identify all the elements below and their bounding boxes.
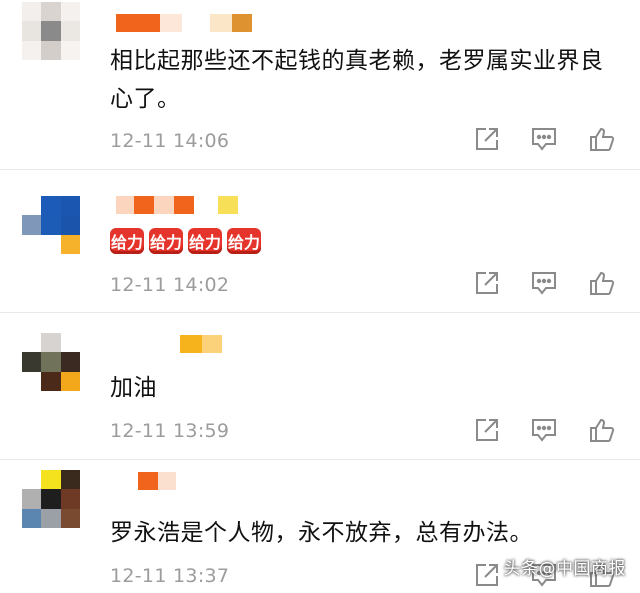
share-icon[interactable] [474, 126, 500, 152]
emoji-row: 给力 给力 给力 给力 [110, 228, 261, 254]
comment-icon[interactable] [530, 417, 558, 443]
username-blurred[interactable] [116, 14, 252, 36]
comment-time: 12-11 13:37 [110, 565, 230, 587]
comment-item: 相比起那些还不起钱的真老赖，老罗属实业界良心了。 12-11 14:06 [0, 0, 640, 170]
like-icon[interactable] [588, 417, 616, 443]
watermark: 头条@中国商报 [503, 559, 626, 579]
emoji-geili: 给力 [149, 228, 183, 254]
share-icon[interactable] [474, 270, 500, 296]
share-icon[interactable] [474, 417, 500, 443]
avatar[interactable] [22, 333, 80, 391]
comment-text: 加油 [110, 375, 157, 401]
like-icon[interactable] [588, 126, 616, 152]
emoji-geili: 给力 [188, 228, 222, 254]
comment-icon[interactable] [530, 126, 558, 152]
avatar[interactable] [22, 196, 80, 254]
avatar[interactable] [22, 470, 80, 528]
comment-text: 罗永浩是个人物，永不放弃，总有办法。 [110, 520, 533, 546]
avatar[interactable] [22, 2, 80, 60]
username-blurred[interactable] [116, 472, 176, 494]
comment-icon[interactable] [530, 270, 558, 296]
comment-time: 12-11 14:06 [110, 130, 230, 152]
emoji-geili: 给力 [110, 228, 144, 254]
like-icon[interactable] [588, 270, 616, 296]
comment-actions [474, 126, 616, 152]
comment-actions [474, 417, 616, 443]
username-blurred[interactable] [116, 196, 238, 218]
comment-time: 12-11 14:02 [110, 274, 230, 296]
comment-time: 12-11 13:59 [110, 420, 230, 442]
comment-item: 加油 12-11 13:59 [0, 313, 640, 460]
comment-actions [474, 270, 616, 296]
comment-item: 给力 给力 给力 给力 12-11 14:02 [0, 170, 640, 313]
share-icon[interactable] [474, 562, 500, 588]
emoji-geili: 给力 [227, 228, 261, 254]
comment-text: 相比起那些还不起钱的真老赖，老罗属实业界良心了。 [110, 48, 604, 112]
username-blurred[interactable] [116, 335, 222, 357]
